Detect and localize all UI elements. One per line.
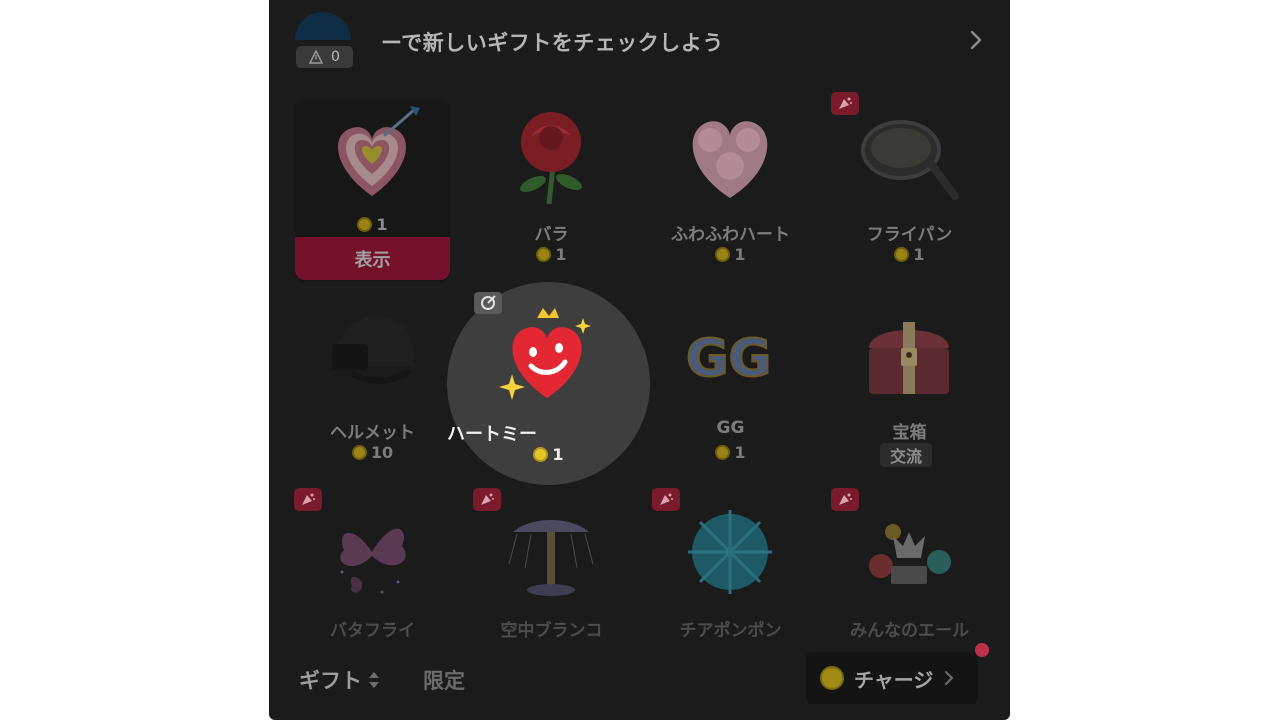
chevron-right-icon (945, 671, 954, 685)
party-popper-icon (473, 488, 501, 511)
coin-icon (536, 247, 552, 262)
party-popper-icon (831, 92, 859, 115)
charge-label: チャージ (854, 667, 934, 692)
heart-target-gift-icon (338, 106, 420, 196)
fluffy-heart-gift-icon (692, 121, 768, 198)
rose-gift-icon (520, 112, 582, 205)
party-popper-icon (294, 488, 322, 511)
sort-arrows-icon (369, 672, 379, 688)
notification-dot (975, 643, 989, 657)
badge-count: 0 (331, 49, 340, 65)
gift-price: 1 (295, 215, 450, 234)
tab-limited[interactable]: 限定 (423, 665, 465, 695)
show-button[interactable]: 表示 (295, 237, 450, 280)
gift-price: 1 (447, 445, 650, 464)
gift-card-helmet[interactable]: ヘルメット 10 (295, 298, 450, 480)
coin-icon (715, 445, 731, 460)
footer-bar: ギフト 限定 チャージ (269, 643, 1010, 720)
gift-name: みんなのエール (850, 621, 969, 641)
svg-text:GG: GG (686, 329, 771, 389)
coin-icon (533, 447, 549, 462)
chevron-right-icon[interactable] (966, 26, 986, 54)
gift-name: GG (716, 418, 745, 438)
gift-card-selected-target[interactable]: 1 表示 (295, 100, 450, 282)
badge-pill: 0 (296, 46, 353, 68)
coin-icon (357, 217, 373, 232)
party-popper-icon (652, 488, 680, 511)
gift-card-fluffy-heart[interactable]: ふわふわハート 1 (653, 100, 808, 282)
gift-panel: 0 ーで新しいギフトをチェックしよう 1 表示 バラ 1 ふわふわハート 1 フ… (269, 0, 1010, 720)
coin-icon (715, 247, 731, 262)
gift-name: ハートミー (447, 424, 537, 445)
gift-price: 1 (653, 245, 808, 264)
coin-icon (351, 445, 367, 460)
heart-me-gift-icon (499, 308, 591, 400)
frying-pan-gift-icon (861, 120, 959, 200)
gg-gift-icon: GG (685, 328, 772, 390)
helmet-gift-icon (332, 316, 415, 385)
gift-name: ふわふわハート (671, 225, 790, 245)
header-banner[interactable]: 0 ーで新しいギフトをチェックしよう (269, 0, 1010, 80)
butterfly-gift-icon (340, 528, 406, 594)
gift-price: 10 (295, 443, 450, 462)
gift-card-rose[interactable]: バラ 1 (474, 100, 629, 282)
gift-name: フライパン (866, 225, 953, 245)
gift-card-gg[interactable]: GG GG 1 (653, 298, 808, 480)
gift-card-heart-me-selected[interactable]: ハートミー 1 (447, 282, 650, 485)
tab-gift[interactable]: ギフト (299, 665, 380, 695)
gift-name: ヘルメット (330, 423, 415, 443)
header-text: ーで新しいギフトをチェックしよう (381, 31, 724, 55)
exchange-label: 交流 (880, 443, 932, 467)
tab-gift-label: ギフト (299, 669, 362, 693)
gift-name: チアポンポン (679, 621, 782, 641)
swing-ride-gift-icon (508, 520, 594, 596)
charge-button[interactable]: チャージ (806, 652, 978, 704)
alert-triangle-icon (309, 50, 324, 64)
coin-icon (820, 666, 844, 690)
gift-card-treasure-box[interactable]: 宝箱 交流 (832, 298, 987, 480)
party-popper-icon (831, 488, 859, 511)
gift-price: 1 (653, 443, 808, 462)
gift-card-frying-pan[interactable]: フライパン 1 (831, 92, 987, 282)
gift-price: 1 (832, 245, 987, 264)
cheer-wreath-gift-icon (869, 524, 951, 584)
coin-icon (894, 247, 910, 262)
pompom-gift-icon (688, 510, 772, 594)
gift-name: バタフライ (330, 621, 415, 641)
gift-name: バラ (534, 225, 569, 245)
gift-name: 宝箱 (892, 423, 927, 443)
treasure-chest-gift-icon (869, 322, 949, 394)
gift-price: 1 (474, 245, 629, 264)
gift-name: 空中ブランコ (500, 621, 603, 641)
